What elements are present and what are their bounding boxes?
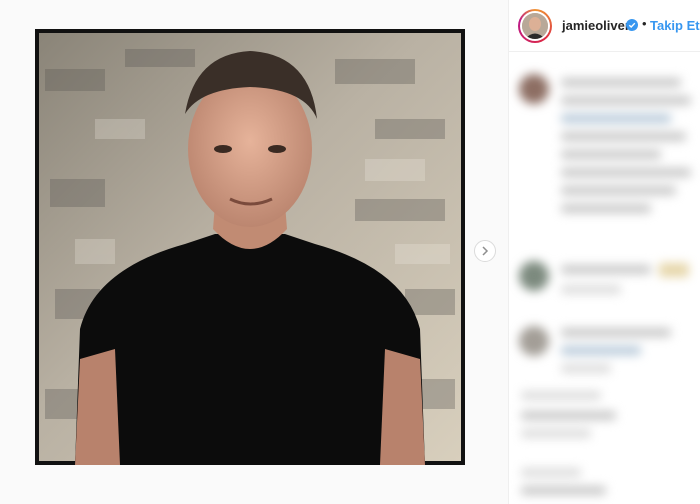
caption-avatar xyxy=(519,74,549,104)
avatar[interactable] xyxy=(518,9,552,43)
separator-dot: • xyxy=(642,16,647,31)
username-link[interactable]: jamieoliver xyxy=(562,18,630,33)
chevron-right-icon xyxy=(482,246,489,256)
verified-badge-icon xyxy=(626,19,638,31)
post-photo[interactable] xyxy=(35,29,465,465)
next-photo-button[interactable] xyxy=(474,240,496,262)
follow-button[interactable]: Takip Et xyxy=(650,18,700,33)
avatar-image xyxy=(522,13,548,39)
post-header: jamieoliver • Takip Et xyxy=(509,0,700,52)
post-sidebar: jamieoliver • Takip Et xyxy=(508,0,700,504)
post-media-area xyxy=(0,0,508,504)
